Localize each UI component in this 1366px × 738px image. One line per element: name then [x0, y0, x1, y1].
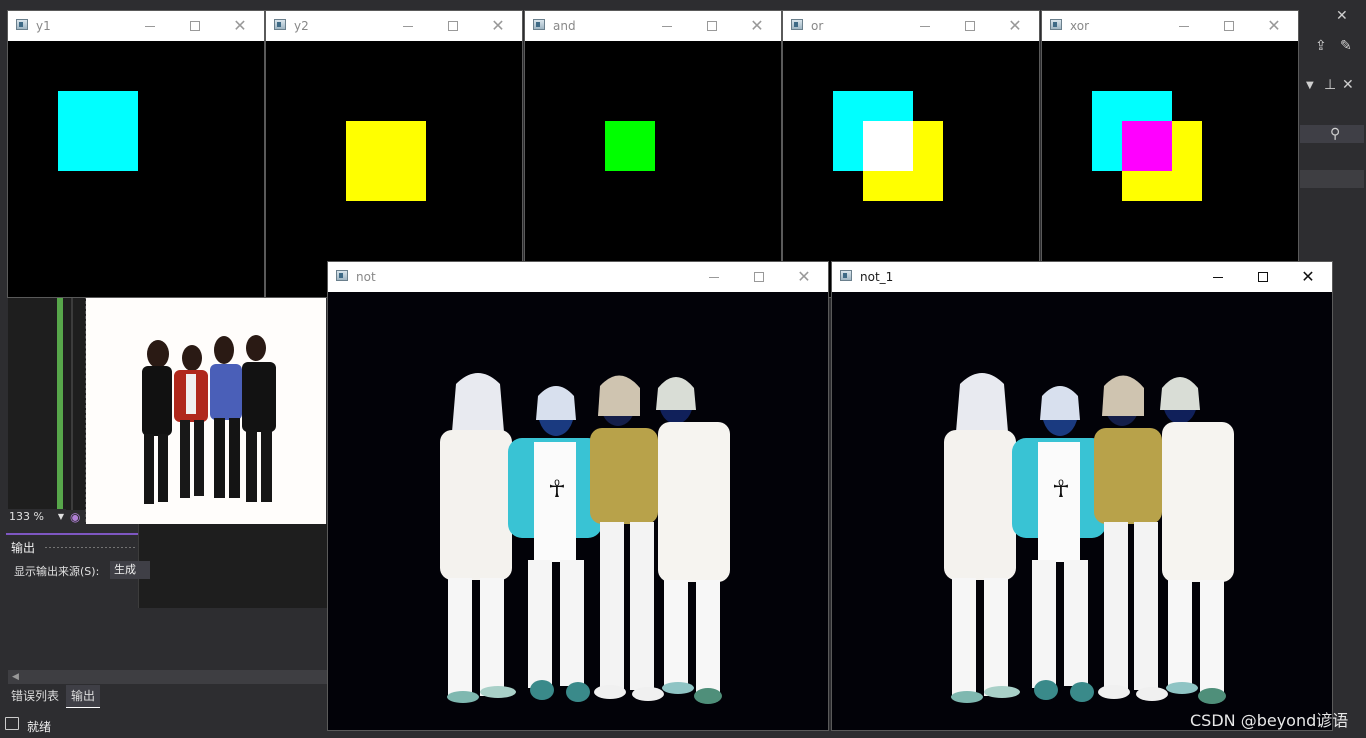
cyan-square: [58, 91, 138, 171]
chevron-down-icon: ▼: [57, 512, 64, 521]
minimize-icon[interactable]: [1208, 267, 1228, 287]
title-bar[interactable]: y2 ✕: [266, 11, 522, 41]
window-title: y1: [36, 19, 51, 33]
close-icon[interactable]: ✕: [747, 16, 767, 36]
horizontal-scrollbar[interactable]: ◀: [8, 670, 328, 684]
maximize-icon[interactable]: [443, 16, 463, 36]
white-overlap-square: [863, 121, 913, 171]
maximize-icon[interactable]: [185, 16, 205, 36]
close-icon[interactable]: ✕: [794, 267, 814, 287]
window-title: xor: [1070, 19, 1090, 33]
status-icon: [5, 717, 19, 730]
code-editor-margin: [8, 296, 88, 510]
image-canvas: [266, 41, 522, 297]
green-square: [605, 121, 655, 171]
window-y2[interactable]: y2 ✕: [266, 11, 522, 297]
selected-row[interactable]: [1300, 170, 1364, 188]
maximize-icon[interactable]: [702, 16, 722, 36]
tab-error-list[interactable]: 错误列表: [6, 685, 64, 707]
window-title: not: [356, 270, 376, 284]
title-bar[interactable]: or ✕: [783, 11, 1039, 41]
image-canvas: [783, 41, 1039, 297]
minimize-icon[interactable]: [1174, 16, 1194, 36]
window-and[interactable]: and ✕: [525, 11, 781, 297]
minimize-icon[interactable]: [657, 16, 677, 36]
health-icon[interactable]: ◉: [70, 510, 80, 524]
yellow-square: [346, 121, 426, 201]
output-source-select[interactable]: 生成: [110, 561, 150, 579]
window-title: and: [553, 19, 576, 33]
pin-icon[interactable]: ⊥: [1324, 77, 1336, 93]
output-panel-title: 输出: [11, 541, 36, 555]
title-bar[interactable]: and ✕: [525, 11, 781, 41]
gutter-divider: [71, 296, 73, 510]
dropdown-icon[interactable]: ▼: [1306, 78, 1314, 94]
status-text: 就绪: [27, 720, 52, 734]
editor-area: [138, 524, 329, 608]
change-gutter: [57, 296, 63, 510]
image-canvas: ☥: [832, 292, 1332, 730]
close-icon[interactable]: ✕: [1264, 16, 1284, 36]
image-canvas: [1042, 41, 1298, 297]
title-bar[interactable]: not ✕: [328, 262, 828, 292]
minimize-icon[interactable]: [398, 16, 418, 36]
magenta-overlap-square: [1122, 121, 1172, 171]
watermark: CSDN @beyond谚语: [1190, 711, 1349, 730]
maximize-icon[interactable]: [960, 16, 980, 36]
window-not[interactable]: not ✕ ☥: [328, 262, 828, 730]
minimize-icon[interactable]: [704, 267, 724, 287]
zoom-dropdown[interactable]: 133 % ▼: [6, 509, 66, 525]
window-app-icon: [840, 270, 852, 281]
maximize-icon[interactable]: [1219, 16, 1239, 36]
output-source-label: 显示输出来源(S):: [14, 565, 100, 578]
inverted-band-photo: ☥: [832, 292, 1332, 730]
close-icon[interactable]: ✕: [1005, 16, 1025, 36]
minimize-icon[interactable]: [915, 16, 935, 36]
title-bar[interactable]: xor ✕: [1042, 11, 1298, 41]
window-not-1[interactable]: not_1 ✕ ☥: [832, 262, 1332, 730]
output-panel: 输出 显示输出来源(S): 生成: [6, 533, 150, 687]
window-title: y2: [294, 19, 309, 33]
negative-image-illustration: ☥: [944, 373, 1234, 704]
window-app-icon: [16, 19, 28, 30]
close-icon[interactable]: ✕: [1342, 77, 1354, 93]
window-xor[interactable]: xor ✕: [1042, 11, 1298, 297]
scroll-left-icon[interactable]: ◀: [12, 670, 19, 684]
maximize-icon[interactable]: [1253, 267, 1273, 287]
tab-output[interactable]: 输出: [66, 685, 101, 708]
source-photo: [86, 296, 326, 524]
image-canvas: [8, 41, 264, 297]
window-title: or: [811, 19, 824, 33]
minimize-icon[interactable]: [140, 16, 160, 36]
band-photo-illustration: [142, 335, 276, 504]
svg-text:☥: ☥: [548, 475, 566, 503]
search-icon: ⚲: [1330, 126, 1341, 142]
feedback-icon[interactable]: ✎: [1340, 38, 1352, 54]
window-app-icon: [274, 19, 286, 30]
close-icon[interactable]: ✕: [1298, 267, 1318, 287]
window-app-icon: [1050, 19, 1062, 30]
close-icon[interactable]: ✕: [1336, 8, 1348, 24]
window-app-icon: [791, 19, 803, 30]
search-box[interactable]: ⚲: [1300, 125, 1364, 143]
window-or[interactable]: or ✕: [783, 11, 1039, 297]
share-icon[interactable]: ⇪: [1315, 38, 1327, 54]
svg-text:☥: ☥: [1052, 475, 1070, 503]
window-title: not_1: [860, 270, 894, 284]
zoom-value: 133 %: [9, 510, 44, 523]
maximize-icon[interactable]: [749, 267, 769, 287]
image-canvas: ☥: [328, 292, 828, 730]
close-icon[interactable]: ✕: [230, 16, 250, 36]
window-y1[interactable]: y1 ✕: [8, 11, 264, 297]
title-bar[interactable]: not_1 ✕: [832, 262, 1332, 292]
title-bar[interactable]: y1 ✕: [8, 11, 264, 41]
negative-image-illustration: ☥: [440, 373, 730, 704]
close-icon[interactable]: ✕: [488, 16, 508, 36]
image-canvas: [525, 41, 781, 297]
panel-grip[interactable]: [44, 546, 136, 548]
inverted-band-photo: ☥: [328, 292, 828, 730]
vs-top-strip: [0, 0, 1366, 10]
window-app-icon: [533, 19, 545, 30]
window-app-icon: [336, 270, 348, 281]
